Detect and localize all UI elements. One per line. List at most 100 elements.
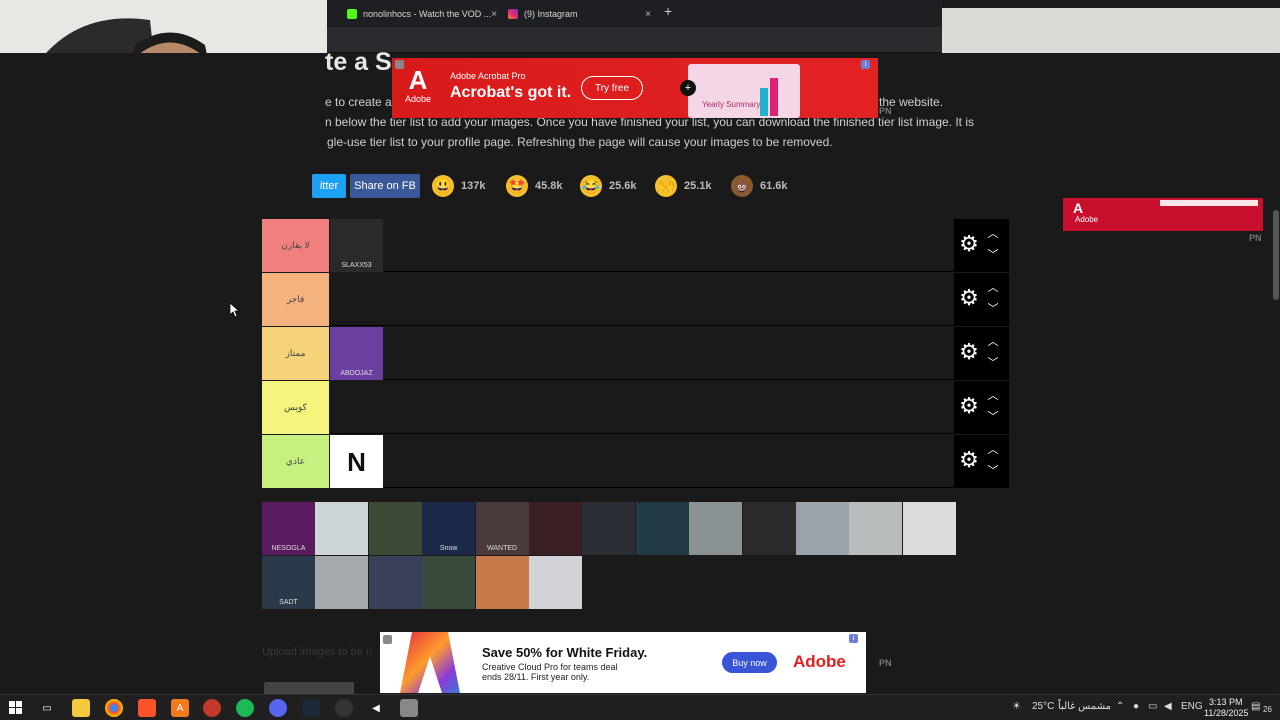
tab-instagram[interactable]: (9) Instagram × [508, 4, 651, 24]
gear-icon[interactable]: ⚙ [958, 395, 980, 417]
chrome-icon[interactable] [105, 699, 123, 717]
microphone-icon[interactable]: ● [1133, 701, 1139, 712]
gear-icon[interactable]: ⚙ [958, 233, 980, 255]
reaction-count: 25.1k [684, 180, 712, 192]
share-facebook-button[interactable]: Share on FB [350, 174, 420, 198]
star-struck-icon[interactable]: 🤩 [506, 175, 528, 197]
share-twitter-button[interactable]: itter [312, 174, 346, 198]
ad-choices-icon[interactable] [395, 60, 404, 69]
poop-icon[interactable]: 💩 [731, 175, 753, 197]
chevron-up-icon[interactable]: ︿ [986, 391, 1000, 402]
pool-avatar-2[interactable] [315, 502, 369, 555]
pool-avatar-18[interactable] [475, 556, 529, 609]
task-view-icon[interactable]: ▭ [38, 699, 56, 717]
file-explorer-icon[interactable] [72, 699, 90, 717]
app-icon[interactable]: A [171, 699, 189, 717]
chevron-up-icon[interactable]: ︿ [986, 283, 1000, 294]
pool-avatar-19[interactable] [528, 556, 582, 609]
ad-cta-button[interactable]: Try free [581, 76, 643, 100]
adobe-a-icon: A [1073, 200, 1084, 216]
chevron-down-icon[interactable]: ﹀ [986, 466, 1000, 477]
chevron-up-icon[interactable]: ︿ [986, 445, 1000, 456]
pool-avatar-12[interactable] [849, 502, 903, 555]
gear-icon[interactable]: ⚙ [958, 287, 980, 309]
ad-banner-right[interactable]: A Adobe [1063, 198, 1263, 231]
network-icon[interactable]: ▭ [1148, 701, 1157, 712]
tray-chevron-icon[interactable]: ⌃ [1116, 701, 1124, 712]
ad-banner-top[interactable]: A Adobe Adobe Acrobat Pro Acrobat's got … [392, 58, 878, 118]
pool-avatar-9[interactable] [689, 502, 743, 555]
chevron-up-icon[interactable]: ︿ [986, 337, 1000, 348]
reaction-star-struck[interactable]: 🤩 45.8k [506, 174, 563, 198]
pool-avatar-4[interactable]: Snow [422, 502, 476, 555]
chevron-down-icon[interactable]: ﹀ [986, 412, 1000, 423]
pool-avatar-3[interactable] [368, 502, 422, 555]
new-tab-button[interactable]: + [664, 3, 672, 19]
close-tab-icon[interactable]: × [645, 9, 651, 20]
pool-avatar-7[interactable] [582, 502, 636, 555]
pool-avatar-1[interactable]: NESOGLA [262, 502, 315, 555]
scrollbar-thumb[interactable] [1273, 210, 1279, 300]
laughing-face-icon[interactable]: 😂 [580, 175, 602, 197]
pool-avatar-15[interactable] [315, 556, 369, 609]
tier-item-n-logo[interactable]: N [330, 435, 383, 488]
language-indicator[interactable]: ENG [1181, 701, 1203, 712]
clock-time[interactable]: 3:13 PM [1209, 697, 1243, 707]
app-icon[interactable] [203, 699, 221, 717]
chevron-down-icon[interactable]: ﹀ [986, 250, 1000, 261]
chevron-down-icon[interactable]: ﹀ [986, 358, 1000, 369]
notification-icon[interactable]: ▤ [1251, 701, 1260, 712]
ad-choices-icon[interactable] [383, 635, 392, 644]
reaction-grinning-face[interactable]: 😃 137k [432, 174, 485, 198]
app-icon[interactable]: ◀ [367, 699, 385, 717]
pool-avatar-11[interactable] [795, 502, 849, 555]
pool-avatar-8[interactable] [635, 502, 689, 555]
ad-info-icon[interactable]: i [849, 634, 858, 643]
pool-avatar-5[interactable]: WANTED [475, 502, 529, 555]
raised-hands-icon[interactable]: 🙌 [655, 175, 677, 197]
pool-avatar-13[interactable] [902, 502, 956, 555]
chevron-up-icon[interactable]: ︿ [986, 229, 1000, 240]
reaction-laughing-face[interactable]: 😂 25.6k [580, 174, 637, 198]
app-icon[interactable] [400, 699, 418, 717]
spotify-icon[interactable] [236, 699, 254, 717]
reaction-poop[interactable]: 💩 61.6k [731, 174, 788, 198]
pool-avatar-17[interactable] [422, 556, 476, 609]
discord-icon[interactable] [269, 699, 287, 717]
pool-avatar-10[interactable] [742, 502, 796, 555]
ad-banner-bottom[interactable]: Save 50% for White Friday. Creative Clou… [380, 632, 866, 693]
steam-icon[interactable] [302, 699, 320, 717]
weather-text[interactable]: مشمس غالباً [1058, 701, 1111, 712]
weather-temp[interactable]: 25°C [1032, 701, 1054, 712]
ad-brand: Adobe Acrobat Pro [450, 71, 526, 81]
windows-start-icon[interactable] [7, 699, 25, 717]
tab-title: nonolinhocs - Watch the VOD ... [363, 9, 492, 19]
close-tab-icon[interactable]: × [491, 9, 497, 20]
chevron-down-icon[interactable]: ﹀ [986, 304, 1000, 315]
pool-avatar-6[interactable] [528, 502, 582, 555]
ad-cta-button[interactable]: Buy now [722, 652, 777, 673]
tier-label[interactable]: كويس [262, 381, 329, 434]
reaction-raised-hands[interactable]: 🙌 25.1k [655, 174, 712, 198]
tier-label[interactable]: لا يقارن [262, 219, 329, 272]
grinning-face-icon[interactable]: 😃 [432, 175, 454, 197]
gear-icon[interactable]: ⚙ [958, 449, 980, 471]
ad-image-label: Yearly Summary [702, 100, 761, 109]
clock-date[interactable]: 11/28/2025 [1204, 708, 1248, 718]
tier-label[interactable]: عادي [262, 435, 329, 488]
pool-avatar-14[interactable]: SADT [262, 556, 315, 609]
tier-item-slaxx53[interactable]: SLAXX53 [330, 219, 383, 272]
tab-vod[interactable]: nonolinhocs - Watch the VOD ... × [347, 4, 497, 24]
tier-label[interactable]: فاجر [262, 273, 329, 326]
brave-icon[interactable] [138, 699, 156, 717]
tier-row: ممتاز ABDOJAZ ⚙ ︿ ﹀ [262, 327, 1009, 380]
volume-icon[interactable]: ◀ [1164, 701, 1172, 712]
pool-avatar-16[interactable] [368, 556, 422, 609]
ad-info-icon[interactable]: i [861, 60, 870, 69]
gear-icon[interactable]: ⚙ [958, 341, 980, 363]
tier-label[interactable]: ممتاز [262, 327, 329, 380]
tier-item-abdo-jaz[interactable]: ABDOJAZ [330, 327, 383, 380]
scrollbar[interactable] [1272, 53, 1280, 694]
weather-icon[interactable]: ☀ [1012, 701, 1021, 712]
obs-icon[interactable] [335, 699, 353, 717]
